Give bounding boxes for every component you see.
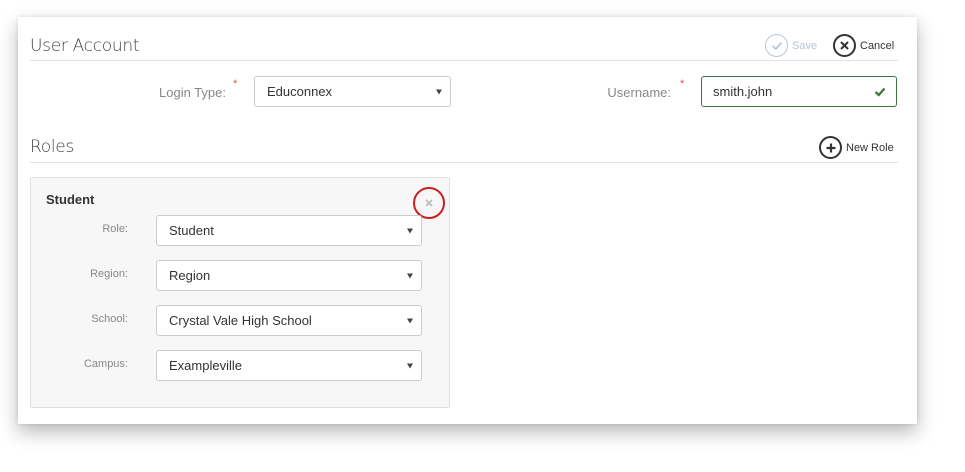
region-label: Region: [90, 268, 128, 280]
cancel-button[interactable]: Cancel [833, 34, 894, 57]
close-icon [425, 199, 433, 207]
role-card-title: Student [46, 192, 95, 207]
campus-select[interactable]: Exampleville [156, 350, 422, 381]
username-value: smith.john [713, 84, 773, 99]
school-select[interactable]: Crystal Vale High School [156, 305, 422, 336]
user-account-divider [30, 60, 898, 61]
role-card: Student Role: Student Region: Region Sch… [30, 177, 450, 408]
role-select[interactable]: Student [156, 215, 422, 246]
chevron-down-icon [407, 273, 413, 278]
save-label: Save [792, 39, 818, 52]
cancel-label: Cancel [860, 39, 895, 52]
check-circle-icon [765, 34, 788, 57]
campus-value: Exampleville [169, 358, 242, 373]
save-button[interactable]: Save [765, 34, 817, 57]
user-account-title: User Account [30, 36, 140, 56]
campus-label: Campus: [83, 358, 128, 370]
school-label: School: [91, 313, 128, 325]
login-type-select[interactable]: Educonnex [254, 76, 451, 107]
plus-circle-icon [819, 136, 842, 159]
username-input[interactable]: smith.john [701, 76, 897, 107]
x-circle-icon [833, 34, 856, 57]
chevron-down-icon [436, 89, 442, 94]
roles-divider [30, 162, 898, 163]
login-type-required-marker: * [233, 78, 238, 90]
school-value: Crystal Vale High School [169, 313, 312, 328]
username-required-marker: * [680, 78, 685, 90]
new-role-button[interactable]: New Role [819, 136, 894, 159]
login-type-value: Educonnex [267, 84, 333, 99]
login-type-label: Login Type: [159, 85, 226, 100]
username-label: Username: [607, 85, 671, 100]
region-select[interactable]: Region [156, 260, 422, 291]
roles-title: Roles [30, 137, 74, 157]
chevron-down-icon [407, 228, 413, 233]
checkmark-icon [874, 87, 886, 97]
chevron-down-icon [407, 363, 413, 368]
role-value: Student [169, 223, 214, 238]
role-label: Role: [102, 223, 128, 235]
chevron-down-icon [407, 318, 413, 323]
region-value: Region [169, 268, 211, 283]
new-role-label: New Role [846, 141, 894, 154]
